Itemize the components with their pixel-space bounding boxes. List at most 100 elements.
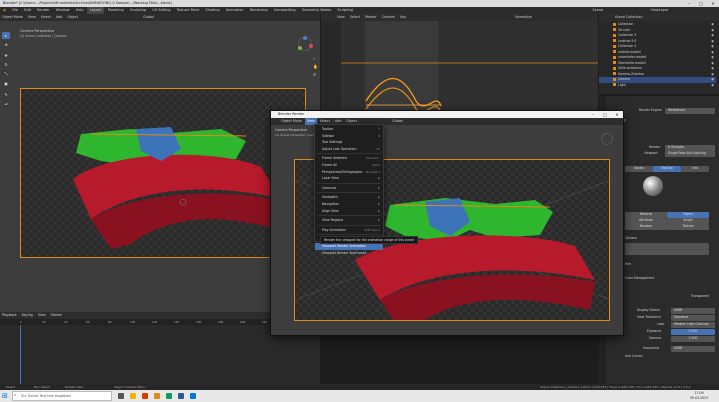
menu-add[interactable]: Add — [54, 14, 64, 21]
menu-marker[interactable]: Marker — [49, 312, 64, 319]
menu-select[interactable]: Select — [39, 14, 53, 21]
transform-orientation[interactable]: Global — [390, 118, 405, 125]
mode-selector[interactable]: Object Mode — [0, 14, 25, 21]
workspace-tab-sculpting[interactable]: Sculpting — [127, 7, 148, 14]
outliner-row[interactable]: Light ◉ — [599, 83, 716, 89]
outliner[interactable]: Scene Collection Collection ◉ 3d ruler ◉ C… — [599, 14, 719, 94]
menu-item-frame-all[interactable]: Frame All Home — [315, 162, 383, 169]
color-texture-tab[interactable]: Texture — [667, 224, 709, 230]
options-field[interactable] — [625, 243, 709, 249]
menu-item-play-animation[interactable]: Play Animation Shift Space — [315, 227, 383, 234]
maximize-button[interactable]: □ — [695, 0, 707, 7]
render-close-button[interactable]: ✕ — [611, 111, 623, 118]
menu-edit[interactable]: Edit — [22, 7, 34, 14]
blender-logo-icon[interactable]: ◉ — [0, 7, 9, 14]
menu-channel[interactable]: Channel — [380, 14, 398, 21]
menu-item-perspective-ortho[interactable]: Perspective/Orthographic Numpad 5 — [315, 169, 383, 176]
office-icon[interactable] — [142, 393, 148, 399]
axis-z-icon[interactable] — [303, 36, 307, 40]
axis-y-icon[interactable] — [298, 46, 302, 50]
menu-item-adjust-last-operation[interactable]: Adjust Last Operation F9 — [315, 146, 383, 153]
camera-view-icon[interactable]: ⎚ — [313, 72, 318, 77]
menu-playback[interactable]: Playback — [0, 312, 19, 319]
view-menu-dropdown[interactable]: Toolbar T Sidebar N Tool Settings Adjust L… — [314, 124, 384, 255]
view-transform-select[interactable]: Standard — [671, 315, 715, 321]
color-object-tab[interactable]: Object — [667, 212, 709, 218]
exposure-field[interactable]: 0.000 — [671, 329, 715, 335]
menu-object[interactable]: Object — [65, 14, 80, 21]
edge-icon[interactable] — [190, 393, 196, 399]
menu-view[interactable]: View — [335, 14, 347, 21]
menu-view[interactable]: View — [26, 14, 38, 21]
render-maximize-button[interactable]: □ — [599, 111, 611, 118]
menu-item-local-view[interactable]: Local View ▸ — [315, 175, 383, 182]
render-minimize-button[interactable]: – — [587, 111, 599, 118]
menu-item-view-regions[interactable]: View Regions ▸ — [315, 217, 383, 224]
workspace-tab-compositing[interactable]: Compositing — [271, 7, 298, 14]
graph-curves[interactable] — [341, 21, 598, 110]
workspace-tab-geometry-nodes[interactable]: Geometry Nodes — [299, 7, 334, 14]
menu-view[interactable]: View — [36, 312, 48, 319]
color-single-tab[interactable]: Single — [667, 218, 709, 224]
menu-item-frame-selected[interactable]: Frame Selected Numpad . — [315, 155, 383, 162]
zoom-icon[interactable]: ⌕ — [313, 56, 318, 61]
move-tool-icon[interactable]: ✥ — [2, 52, 10, 59]
color-material-tab[interactable]: Material — [625, 212, 667, 218]
color-management-section[interactable]: Color Management — [625, 276, 654, 282]
taskbar-clock[interactable]: 17:09 09.03.2023 — [684, 391, 714, 400]
render-engine-select[interactable]: Workbench — [665, 108, 715, 114]
sequencer-select[interactable]: sRGB — [671, 346, 715, 352]
transform-orientation[interactable]: Global — [141, 14, 156, 21]
gamma-field[interactable]: 1.000 — [671, 336, 715, 342]
menu-item-viewpoint[interactable]: Viewpoint ▸ — [315, 194, 383, 201]
menu-item-align-view[interactable]: Align View ▸ — [315, 208, 383, 215]
workspace-tab-texture-paint[interactable]: Texture Paint — [174, 7, 202, 14]
transform-tool-icon[interactable]: ▣ — [2, 80, 10, 87]
menu-item-toolbar[interactable]: Toolbar T — [315, 126, 383, 133]
workspace-tab-shading[interactable]: Shading — [203, 7, 222, 14]
cursor-tool-icon[interactable]: ⊕ — [2, 41, 10, 48]
menu-item-navigation[interactable]: Navigation ▸ — [315, 201, 383, 208]
taskbar-search-input[interactable]: Zur Suche Text hier eingeben — [12, 391, 112, 401]
menu-item-viewport-render-keyframes[interactable]: Viewport Render Keyframes — [315, 250, 383, 257]
menu-item-tool-settings[interactable]: Tool Settings — [315, 139, 383, 146]
graph-editor[interactable]: View Select Marker Channel Key Normalize — [321, 14, 598, 110]
annotate-tool-icon[interactable]: ✎ — [2, 91, 10, 98]
workspace-tab-scripting[interactable]: Scripting — [335, 7, 356, 14]
workspace-tab-modeling[interactable]: Modeling — [105, 7, 126, 14]
normalize-toggle[interactable]: Normalize — [513, 14, 534, 21]
color-attribute-tab[interactable]: Attribute — [625, 218, 667, 224]
navigation-gizmo-icon[interactable] — [601, 133, 613, 145]
display-device-select[interactable]: sRGB — [671, 308, 715, 314]
scene-selector[interactable]: Scene — [590, 7, 606, 14]
film-section[interactable]: Film — [625, 262, 631, 268]
menu-item-sidebar[interactable]: Sidebar N — [315, 133, 383, 140]
graph-channels-region[interactable] — [321, 21, 341, 110]
options-field[interactable] — [625, 249, 709, 255]
use-curves-checkbox[interactable]: Use Curves — [625, 354, 643, 360]
blender-taskbar-icon[interactable] — [154, 393, 160, 399]
menu-file[interactable]: File — [10, 7, 21, 14]
minimize-button[interactable]: – — [683, 0, 695, 7]
workspace-tab-uv-editing[interactable]: UV Editing — [150, 7, 173, 14]
menu-window[interactable]: Window — [53, 7, 72, 14]
axis-x-icon[interactable] — [309, 44, 313, 48]
options-section[interactable]: Options — [625, 236, 637, 242]
workspace-tab-layout[interactable]: Layout — [87, 7, 105, 14]
word-icon[interactable] — [178, 393, 184, 399]
menu-marker[interactable]: Marker — [363, 14, 378, 21]
menu-help[interactable]: Help — [73, 7, 86, 14]
render-samples-select[interactable]: 8 Samples — [665, 145, 715, 151]
rotate-tool-icon[interactable]: ↻ — [2, 61, 10, 68]
menu-item-cameras[interactable]: Cameras ▸ — [315, 185, 383, 192]
file-explorer-icon[interactable] — [130, 393, 136, 399]
pan-icon[interactable]: ✋ — [313, 64, 318, 69]
transparent-checkbox-label[interactable]: Transparent — [691, 294, 709, 300]
view-layer-selector[interactable]: ViewLayer — [648, 7, 671, 14]
chrome-icon[interactable] — [166, 393, 172, 399]
scale-tool-icon[interactable]: ⤡ — [2, 70, 10, 77]
lighting-flat-tab[interactable]: Flat — [681, 166, 709, 172]
select-tool-icon[interactable]: ▸ — [2, 32, 10, 39]
workspace-tab-animation[interactable]: Animation — [223, 7, 246, 14]
lighting-studio-tab[interactable]: Studio — [625, 166, 653, 172]
